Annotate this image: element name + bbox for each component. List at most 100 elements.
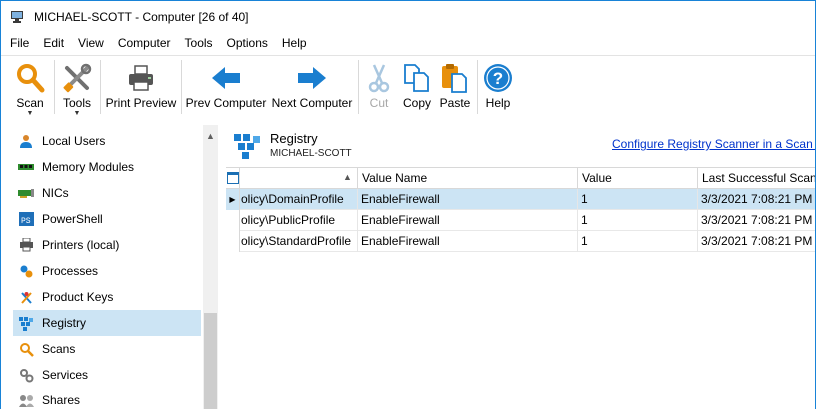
scroll-up-icon[interactable]: ▲	[203, 129, 218, 143]
copy-label: Copy	[402, 96, 431, 110]
sidebar-item-registry[interactable]: Registry	[13, 310, 201, 336]
sidebar-item-label: PowerShell	[42, 212, 103, 226]
menu-file[interactable]: File	[10, 36, 29, 50]
sidebar-item-powershell[interactable]: PS PowerShell	[13, 206, 201, 232]
cut-label: Cut	[369, 96, 389, 110]
printer-icon	[125, 62, 157, 94]
column-header-last-successful-scan[interactable]: Last Successful Scan	[697, 168, 815, 189]
column-header-key[interactable]	[240, 168, 357, 189]
toolbar: Scan ▼ Tools ▼ Print Preview Prev Comput…	[1, 55, 815, 119]
scrollbar-thumb[interactable]	[204, 313, 217, 409]
column-divider	[697, 189, 698, 252]
column-header-value-name[interactable]: Value Name	[357, 168, 577, 189]
cell-value: 1	[577, 231, 697, 252]
registry-icon	[18, 315, 34, 331]
sidebar-item-scans[interactable]: Scans	[13, 336, 201, 362]
cell-value-name: EnableFirewall	[357, 189, 577, 210]
menu-computer[interactable]: Computer	[118, 36, 171, 50]
paste-button[interactable]: Paste	[437, 60, 473, 118]
row-header	[226, 210, 240, 231]
configure-registry-scanner-link[interactable]: Configure Registry Scanner in a Scan P	[612, 137, 815, 151]
help-label: Help	[485, 96, 511, 110]
page-title: Registry	[270, 131, 318, 146]
grid-header: ▲ Value Name Value Last Successful Scan	[226, 167, 815, 189]
column-header-value[interactable]: Value	[577, 168, 697, 189]
copy-icon	[401, 62, 433, 94]
registry-grid: ▲ Value Name Value Last Successful Scan …	[226, 167, 815, 409]
key-icon	[18, 289, 34, 305]
cell-last-scan: 3/3/2021 7:08:21 PM	[697, 231, 815, 252]
tools-button[interactable]: Tools ▼	[57, 60, 97, 118]
user-icon	[18, 133, 34, 149]
sidebar-item-label: NICs	[42, 186, 69, 200]
table-row[interactable]: olicy\PublicProfile EnableFirewall 1 3/3…	[226, 210, 815, 231]
sidebar-item-product-keys[interactable]: Product Keys	[13, 284, 201, 310]
tools-label: Tools	[62, 96, 91, 110]
sidebar-item-local-users[interactable]: Local Users	[13, 128, 201, 154]
next-computer-label: Next Computer	[271, 96, 353, 110]
table-row[interactable]: ▶ olicy\DomainProfile EnableFirewall 1 3…	[226, 189, 815, 210]
table-row[interactable]: olicy\StandardProfile EnableFirewall 1 3…	[226, 231, 815, 252]
powershell-icon: PS	[18, 211, 34, 227]
sidebar-item-label: Services	[42, 368, 89, 382]
sidebar-item-printers-local[interactable]: Printers (local)	[13, 232, 201, 258]
registry-icon	[232, 132, 262, 160]
tools-icon	[61, 62, 93, 94]
paste-label: Paste	[439, 96, 471, 110]
magnifier-icon	[14, 62, 46, 94]
cell-last-scan: 3/3/2021 7:08:21 PM	[697, 189, 815, 210]
toolbar-separator	[181, 60, 182, 114]
registry-header: Registry MICHAEL-SCOTT Configure Registr…	[223, 125, 815, 165]
sidebar-item-label: Registry	[42, 316, 87, 330]
scan-label: Scan	[16, 96, 44, 110]
sidebar-item-processes[interactable]: Processes	[13, 258, 201, 284]
column-divider	[577, 189, 578, 252]
sidebar-item-label: Product Keys	[42, 290, 114, 304]
scan-icon	[18, 341, 34, 357]
page-subtitle: MICHAEL-SCOTT	[270, 148, 352, 159]
sidebar-item-label: Shares	[42, 393, 81, 407]
sidebar-item-label: Scans	[42, 342, 76, 356]
sidebar-item-nics[interactable]: NICs	[13, 180, 201, 206]
help-glyph: ?	[493, 69, 503, 88]
sidebar-item-label: Printers (local)	[42, 238, 120, 252]
scan-button[interactable]: Scan ▼	[9, 60, 51, 118]
menu-tools[interactable]: Tools	[185, 36, 213, 50]
sidebar-item-shares[interactable]: Shares	[13, 387, 201, 409]
menu-view[interactable]: View	[78, 36, 104, 50]
arrow-left-icon	[210, 62, 242, 94]
sort-ascending-icon[interactable]: ▲	[343, 172, 352, 182]
chevron-down-icon[interactable]: ▼	[9, 110, 51, 117]
cell-key: olicy\PublicProfile	[240, 210, 357, 231]
toolbar-separator	[100, 60, 101, 114]
help-icon: ?	[482, 62, 514, 94]
sidebar: Local Users Memory Modules NICs PS Power…	[10, 125, 218, 409]
menu-options[interactable]: Options	[227, 36, 268, 50]
copy-button[interactable]: Copy	[399, 60, 435, 118]
print-preview-button[interactable]: Print Preview	[103, 60, 179, 118]
cell-value-name: EnableFirewall	[357, 231, 577, 252]
next-computer-button[interactable]: Next Computer	[270, 60, 354, 118]
paste-icon	[439, 62, 471, 94]
sidebar-scrollbar[interactable]: ▲	[203, 125, 218, 409]
sidebar-item-memory-modules[interactable]: Memory Modules	[13, 154, 201, 180]
toolbar-separator	[358, 60, 359, 114]
chevron-down-icon[interactable]: ▼	[57, 110, 97, 117]
help-button[interactable]: ? Help	[481, 60, 515, 118]
cell-key: olicy\DomainProfile	[240, 189, 357, 210]
prev-computer-button[interactable]: Prev Computer	[184, 60, 268, 118]
menu-help[interactable]: Help	[282, 36, 307, 50]
row-pointer-icon: ▶	[226, 189, 240, 210]
column-chooser-button[interactable]	[226, 168, 240, 189]
memory-icon	[18, 159, 34, 175]
services-icon	[18, 367, 34, 383]
cut-button[interactable]: Cut	[362, 60, 396, 118]
cell-value-name: EnableFirewall	[357, 210, 577, 231]
main-panel: Registry MICHAEL-SCOTT Configure Registr…	[223, 125, 815, 409]
printer-icon	[18, 237, 34, 253]
menu-edit[interactable]: Edit	[43, 36, 64, 50]
svg-text:PS: PS	[21, 217, 31, 226]
arrow-right-icon	[296, 62, 328, 94]
sidebar-item-services[interactable]: Services	[13, 362, 201, 388]
cell-key: olicy\StandardProfile	[240, 231, 357, 252]
